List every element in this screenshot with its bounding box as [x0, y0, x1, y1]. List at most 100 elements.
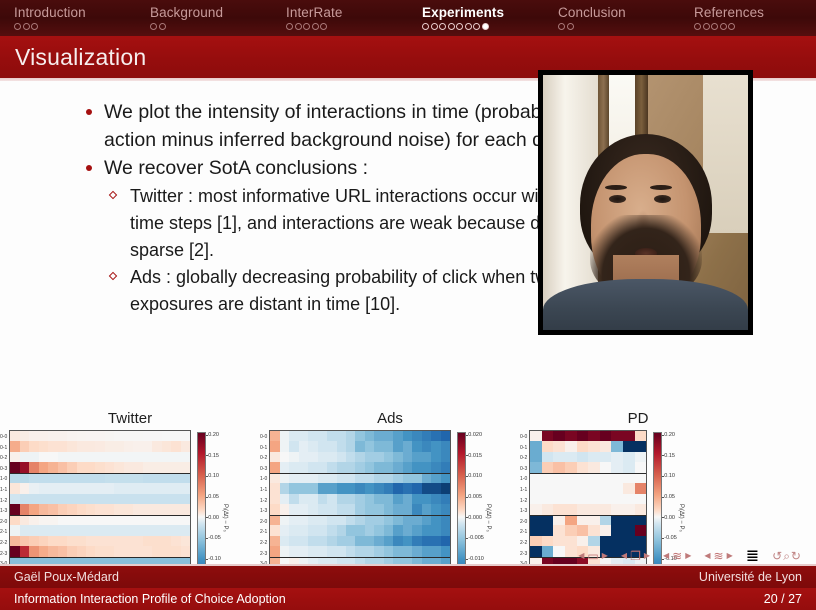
heatmap-cell — [588, 525, 600, 536]
heatmap-cell — [355, 514, 365, 526]
nav-section-introduction[interactable]: Introduction — [0, 0, 136, 36]
slide-icon[interactable]: ▭ — [587, 550, 598, 562]
nav-dot[interactable] — [320, 23, 327, 30]
nav-dot[interactable] — [286, 23, 293, 30]
heatmap-cell — [336, 472, 347, 484]
heatmap-cell — [553, 525, 566, 536]
nav-section-background[interactable]: Background — [136, 0, 272, 36]
heatmap-cell — [327, 472, 337, 484]
heatmap-cell — [289, 431, 299, 442]
heatmap-cell — [431, 525, 441, 536]
heatmap-cell — [576, 462, 589, 473]
heatmap-cell — [86, 514, 96, 526]
nav-dot[interactable] — [158, 23, 166, 30]
heatmap-cell — [180, 514, 191, 526]
nav-dot[interactable] — [311, 23, 319, 30]
heatmap-cell — [180, 462, 191, 473]
subsection-nav-group[interactable]: ◀ ≋ ▶ — [663, 550, 691, 562]
heatmap-cell — [123, 451, 134, 463]
heatmap-cell — [48, 441, 58, 452]
heatmap-cell — [298, 546, 309, 557]
frame-nav-group[interactable]: ◀ ❐ ▶ — [621, 550, 650, 562]
heatmap-cell — [133, 493, 143, 505]
nav-dot[interactable] — [694, 23, 701, 30]
heatmap-cell — [171, 431, 181, 442]
nav-dot[interactable] — [711, 23, 718, 30]
heatmap-cell — [180, 483, 191, 494]
heatmap-cell — [76, 546, 87, 557]
nav-dot[interactable] — [481, 23, 489, 30]
prev-section-icon[interactable]: ◀ — [704, 552, 710, 560]
heatmap-cell — [440, 504, 451, 515]
slide-nav-group[interactable]: ◀ ▭ ▶ — [578, 550, 608, 562]
heatmap-cell — [10, 451, 20, 463]
heatmap-cell — [279, 546, 290, 557]
nav-dot[interactable] — [14, 23, 21, 30]
nav-dot[interactable] — [150, 23, 157, 30]
nav-section-dots — [558, 22, 680, 32]
heatmap-cell — [48, 431, 58, 442]
nav-section-references[interactable]: References — [680, 0, 816, 36]
y-axis-tick-label: 2-0 — [520, 518, 528, 525]
back-search-forward-icons[interactable]: ↺⌕↻ — [772, 549, 802, 564]
nav-dot[interactable] — [719, 23, 727, 30]
next-frame-icon[interactable]: ▶ — [644, 552, 650, 560]
heatmap-cell — [374, 514, 384, 526]
nav-dot[interactable] — [558, 23, 565, 30]
section-nav-group[interactable]: ◀ ≋ ▶ — [704, 550, 732, 562]
heatmap-cell — [104, 525, 115, 536]
next-section-icon[interactable]: ▶ — [727, 552, 733, 560]
nav-dot[interactable] — [464, 23, 472, 30]
diamond-bullet-icon — [108, 271, 118, 281]
heatmap-cell — [421, 514, 432, 526]
nav-dot[interactable] — [473, 23, 480, 30]
nav-dot[interactable] — [22, 23, 30, 30]
document-icon[interactable]: ≣ — [746, 546, 759, 566]
heatmap-cell — [171, 546, 181, 557]
nav-dot[interactable] — [456, 23, 463, 30]
heatmap-cell — [440, 431, 451, 442]
footer-page-number: 20 / 27 — [763, 592, 802, 606]
nav-dot[interactable] — [294, 23, 302, 30]
heatmap-cell — [364, 546, 375, 557]
nav-dot[interactable] — [303, 23, 310, 30]
subsection-icon[interactable]: ≋ — [672, 550, 682, 562]
nav-dot[interactable] — [447, 23, 455, 30]
heatmap-cell — [289, 472, 299, 484]
nav-section-experiments[interactable]: Experiments — [408, 0, 544, 36]
beamer-navigation-symbols[interactable]: ◀ ▭ ▶ ◀ ❐ ▶ ◀ ≋ ▶ ◀ ≋ ▶ ≣ ↺⌕↻ — [578, 546, 802, 566]
prev-frame-icon[interactable]: ◀ — [621, 552, 627, 560]
next-slide-icon[interactable]: ▶ — [602, 552, 608, 560]
nav-dot[interactable] — [430, 23, 438, 30]
heatmap-cell — [123, 504, 134, 515]
heatmap-cell — [279, 431, 290, 442]
next-subsection-icon[interactable]: ▶ — [685, 552, 691, 560]
heatmap-cell — [374, 525, 384, 536]
heatmap-cell — [576, 441, 589, 452]
nav-dot[interactable] — [702, 23, 710, 30]
heatmap-cell — [431, 462, 441, 473]
nav-dot[interactable] — [566, 23, 574, 30]
heatmap-cell — [431, 514, 441, 526]
frame-icon[interactable]: ❐ — [630, 550, 641, 562]
heatmap-cell — [57, 514, 68, 526]
nav-section-conclusion[interactable]: Conclusion — [544, 0, 680, 36]
heatmap-cell — [86, 483, 96, 494]
heatmap-cell — [29, 504, 39, 515]
nav-section-interrate[interactable]: InterRate — [272, 0, 408, 36]
nav-dot[interactable] — [31, 23, 38, 30]
heatmap-cell — [383, 441, 394, 452]
prev-subsection-icon[interactable]: ◀ — [663, 552, 669, 560]
y-axis-tick-label: 0-3 — [520, 465, 528, 472]
nav-dot[interactable] — [422, 23, 429, 30]
y-axis-tick-label: 0-0 — [0, 434, 8, 440]
heatmap-cell — [623, 451, 635, 463]
webcam-overlay[interactable] — [538, 70, 753, 335]
heatmap-cell — [393, 535, 403, 547]
nav-dot[interactable] — [439, 23, 446, 30]
heatmap-cell — [142, 535, 153, 547]
prev-slide-icon[interactable]: ◀ — [578, 552, 584, 560]
section-icon[interactable]: ≋ — [714, 550, 724, 562]
y-axis-tick-label: 0-0 — [520, 434, 528, 440]
nav-dot[interactable] — [728, 23, 735, 30]
